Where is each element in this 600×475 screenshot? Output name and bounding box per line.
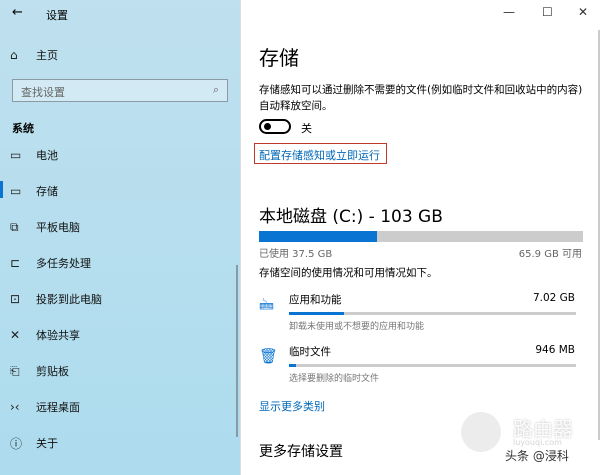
sidebar-item-8[interactable]: ⓘ 关于 xyxy=(10,433,58,453)
sidebar-scrollbar[interactable] xyxy=(236,265,238,437)
category-bar-fill xyxy=(289,364,297,367)
watermark-site: luyouqi.com xyxy=(513,438,562,447)
sidebar-item-2[interactable]: ⧉ 平板电脑 xyxy=(10,217,80,237)
sidebar-item-7[interactable]: ›‹ 远程桌面 xyxy=(10,397,80,417)
page-title: 存储 xyxy=(259,46,299,70)
maximize-button[interactable]: ☐ xyxy=(542,5,553,19)
sidebar: ← 设置 ⌂ 主页 查找设置 ⌕ 系统 ▭ 电池 ▭ 存储 ⧉ 平板电脑 ⊏ 多任务处理 ⊡ 投影到此… xyxy=(0,0,240,475)
sidebar-item-1[interactable]: ▭ 存储 xyxy=(10,181,58,201)
sidebar-item-label: 电池 xyxy=(36,149,58,162)
sidebar-item-label: 存储 xyxy=(36,185,58,198)
sidebar-item-5[interactable]: ✕ 体验共享 xyxy=(10,325,80,345)
trash-icon: 🗑 xyxy=(259,347,279,365)
storage-icon: ▭ xyxy=(10,184,22,198)
free-label: 65.9 GB 可用 xyxy=(518,249,582,260)
sidebar-item-label: 关于 xyxy=(36,437,58,450)
category-subtitle: 选择要删除的临时文件 xyxy=(289,374,380,384)
sidebar-item-6[interactable]: ⎗ 剪贴板 xyxy=(10,361,69,381)
configure-storage-sense-link[interactable]: 配置存储感知或立即运行 xyxy=(259,147,380,163)
share-icon: ✕ xyxy=(10,328,21,342)
category-bar-fill xyxy=(289,312,344,315)
battery-icon: ▭ xyxy=(10,148,22,162)
info-icon: ⓘ xyxy=(10,436,23,451)
sidebar-item-label: 剪贴板 xyxy=(36,365,69,378)
watermark-credit: 头条 @浸科 xyxy=(505,449,569,463)
sidebar-item-label: 平板电脑 xyxy=(36,221,80,234)
usage-caption: 存储空间的使用情况和可用情况如下。 xyxy=(259,267,438,279)
show-more-link[interactable]: 显示更多类别 xyxy=(259,398,325,414)
active-indicator xyxy=(0,181,3,198)
used-label: 已使用 37.5 GB xyxy=(259,249,333,260)
window-title: 设置 xyxy=(46,9,68,22)
toggle-state: 关 xyxy=(301,122,312,135)
tablet-icon: ⧉ xyxy=(10,219,19,234)
category-size: 7.02 GB xyxy=(532,292,575,304)
home-icon: ⌂ xyxy=(10,48,18,62)
section-heading: 系统 xyxy=(12,122,34,135)
sidebar-item-0[interactable]: ▭ 电池 xyxy=(10,145,58,165)
search-icon: ⌕ xyxy=(212,83,219,96)
content-pane: — ☐ ✕ 存储 存储感知可以通过删除不需要的文件(例如临时文件和回收站中的内容… xyxy=(240,0,600,475)
back-button[interactable]: ← xyxy=(12,5,23,20)
description: 存储感知可以通过删除不需要的文件(例如临时文件和回收站中的内容)自动释放空间。 xyxy=(259,84,583,112)
home-label: 主页 xyxy=(36,49,58,62)
sidebar-item-label: 多任务处理 xyxy=(36,257,91,270)
disk-title: 本地磁盘 (C:) - 103 GB xyxy=(259,207,443,227)
sidebar-item-3[interactable]: ⊏ 多任务处理 xyxy=(10,253,91,273)
more-settings-heading: 更多存储设置 xyxy=(259,444,343,460)
search-placeholder: 查找设置 xyxy=(21,86,65,99)
sidebar-item-4[interactable]: ⊡ 投影到此电脑 xyxy=(10,289,102,309)
category-size: 946 MB xyxy=(535,344,575,356)
category-bar xyxy=(289,312,576,315)
minimize-button[interactable]: — xyxy=(503,5,515,19)
disk-usage-bar xyxy=(259,231,583,242)
category-bar xyxy=(289,364,576,367)
sidebar-item-label: 投影到此电脑 xyxy=(36,293,102,306)
remote-desktop-icon: ›‹ xyxy=(10,400,20,414)
disk-usage-fill xyxy=(259,231,377,242)
category-name: 临时文件 xyxy=(289,346,331,358)
project-icon: ⊡ xyxy=(10,292,21,306)
multitask-icon: ⊏ xyxy=(10,256,21,270)
clipboard-icon: ⎗ xyxy=(10,363,20,378)
storage-sense-toggle[interactable] xyxy=(259,119,291,134)
sidebar-item-label: 体验共享 xyxy=(36,329,80,342)
apps-icon: 🖮 xyxy=(259,296,275,314)
close-button[interactable]: ✕ xyxy=(578,5,588,19)
watermark-logo-icon xyxy=(461,412,501,452)
category-name: 应用和功能 xyxy=(289,294,342,306)
category-subtitle: 卸载未使用或不想要的应用和功能 xyxy=(289,322,425,332)
sidebar-item-home[interactable]: ⌂ 主页 xyxy=(10,45,58,65)
sidebar-item-label: 远程桌面 xyxy=(36,401,80,414)
search-input[interactable]: 查找设置 ⌕ xyxy=(12,79,228,102)
